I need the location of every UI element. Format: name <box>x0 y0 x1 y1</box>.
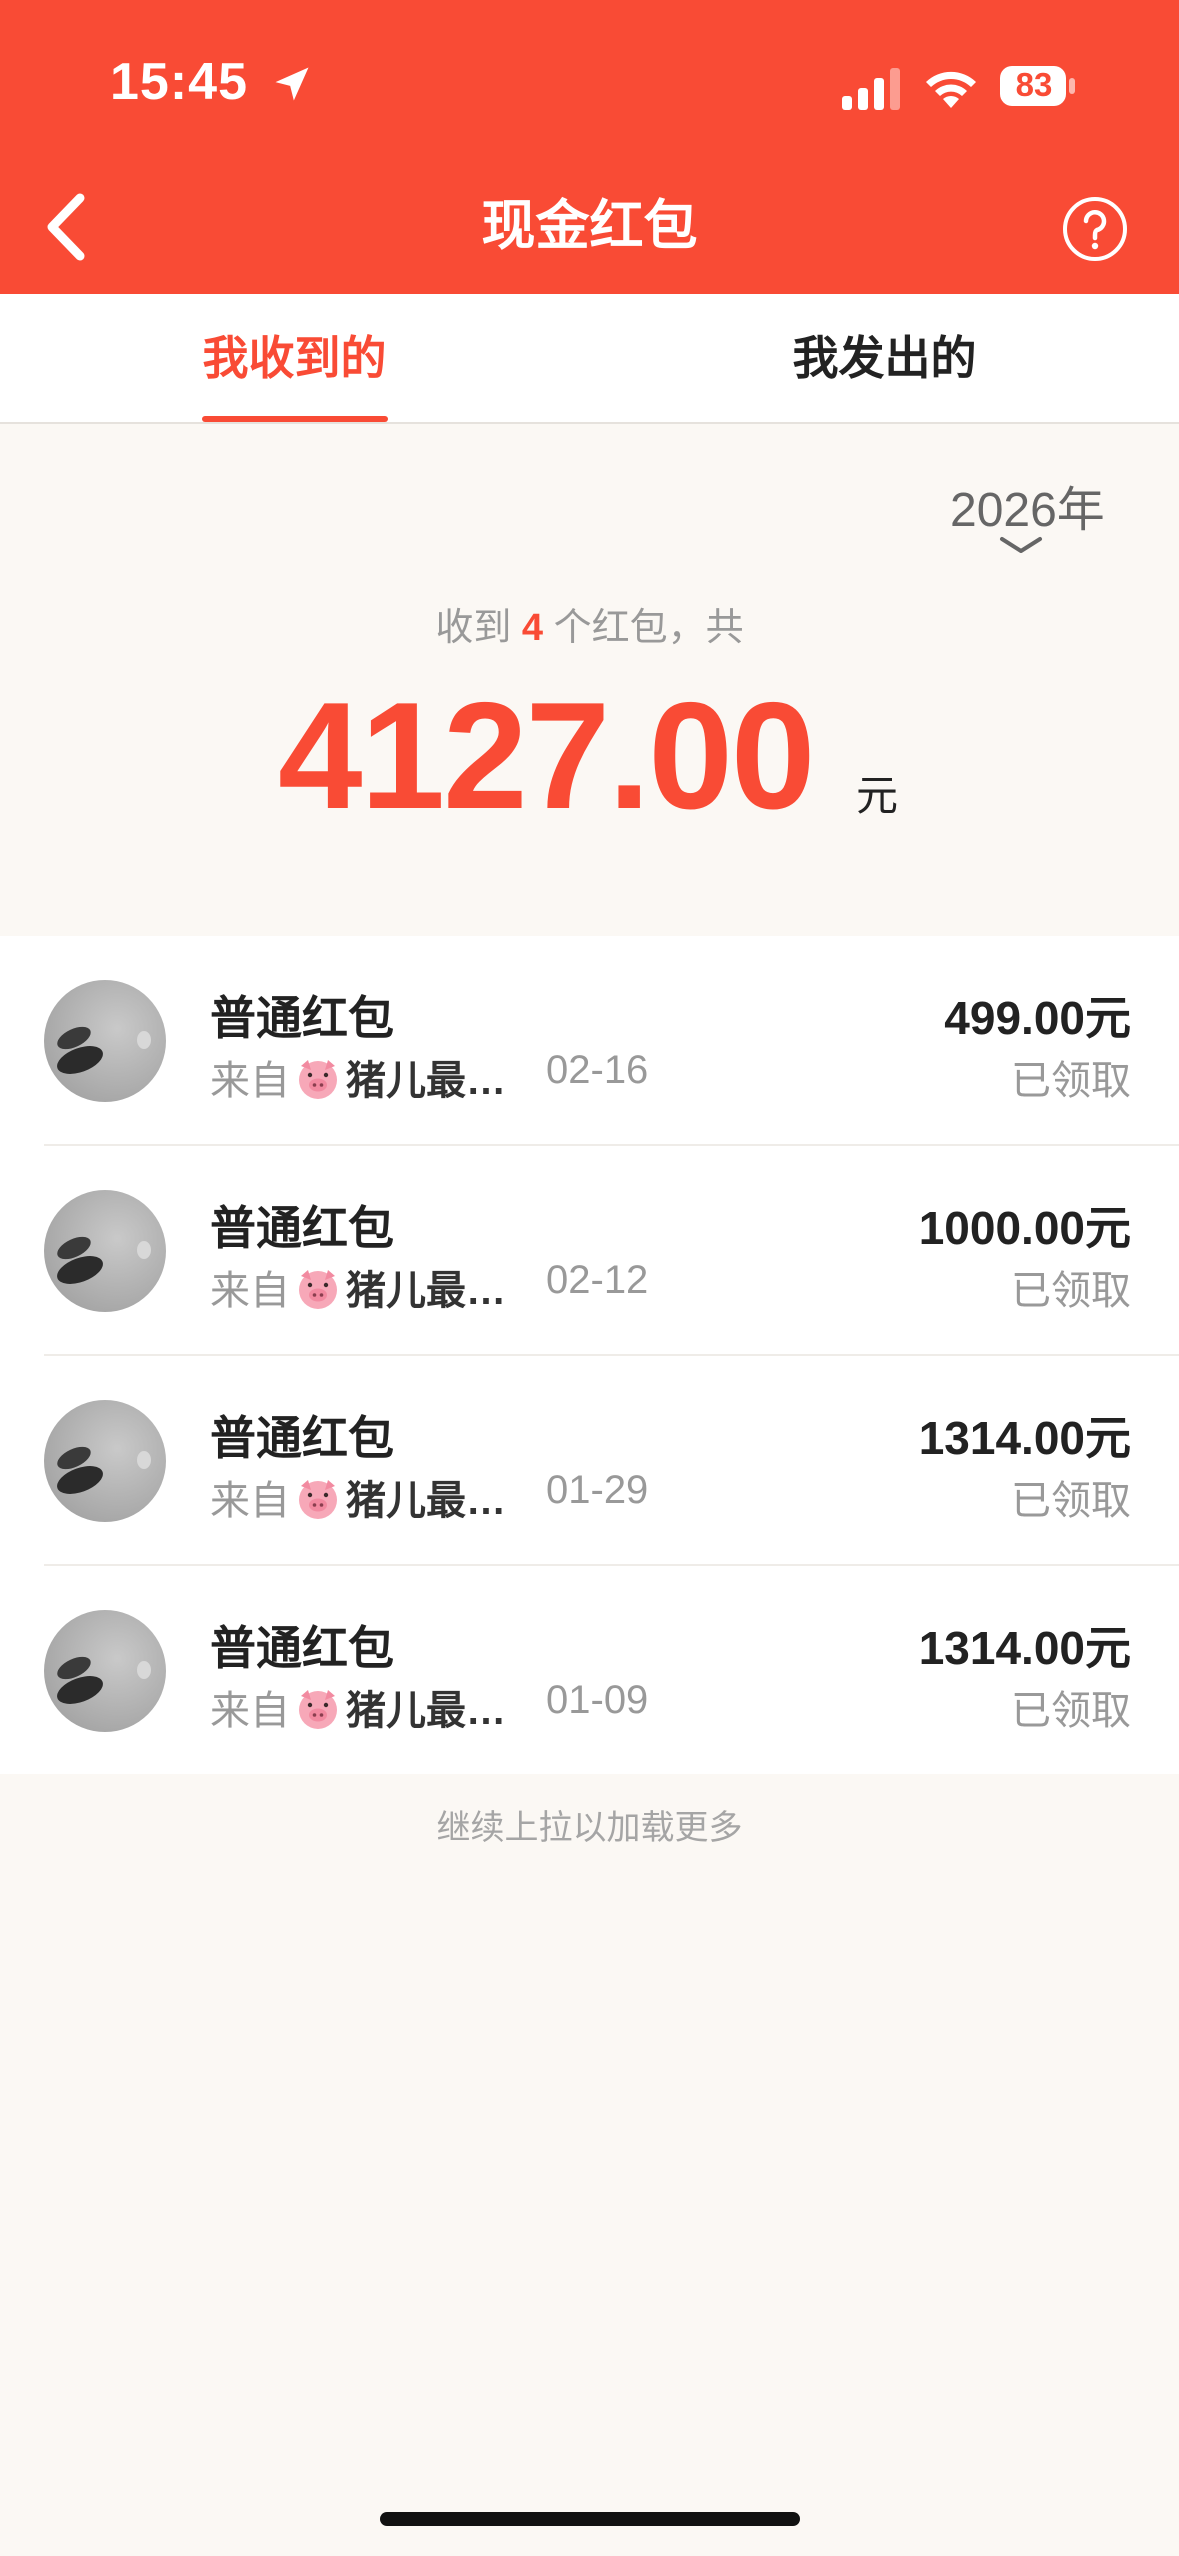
wifi-icon <box>926 71 976 108</box>
tab-received[interactable]: 我收到的 <box>0 294 589 422</box>
page-title: 现金红包 <box>481 196 698 256</box>
packet-amount: 1314.00元 <box>918 1412 1131 1464</box>
packet-type: 普通红包 <box>210 1622 394 1674</box>
pig-face-icon <box>299 1270 337 1309</box>
help-button[interactable] <box>1060 194 1130 264</box>
packet-status: 已领取 <box>1011 1479 1131 1523</box>
sender-line: 来自 猪儿最… <box>210 1258 506 1316</box>
packet-type: 普通红包 <box>210 1202 394 1254</box>
location-arrow-icon <box>275 67 309 101</box>
cellular-signal-icon <box>842 68 900 110</box>
packet-status: 已领取 <box>1011 1269 1131 1313</box>
red-packet-list: 普通红包 来自 猪儿最… 02-16 499.00元 已领取 普通红包 来自 猪… <box>0 936 1179 1774</box>
summary-count: 4 <box>521 607 544 649</box>
packet-status: 已领取 <box>1011 1059 1131 1103</box>
pig-face-icon <box>299 1060 337 1099</box>
year-value: 2026年 <box>950 484 1105 537</box>
packet-type: 普通红包 <box>210 992 394 1044</box>
home-indicator[interactable] <box>380 2512 800 2526</box>
header: 15:45 83 现金红包 <box>0 0 1179 294</box>
chevron-down-icon <box>1000 537 1042 553</box>
packet-date: 02-16 <box>546 1048 649 1092</box>
list-item[interactable]: 普通红包 来自 猪儿最… 02-16 499.00元 已领取 <box>0 936 1179 1146</box>
total-amount: 4127.00 <box>278 671 815 841</box>
packet-date: 01-29 <box>546 1468 649 1512</box>
sender-name: 猪儿最… <box>346 1269 506 1313</box>
sender-avatar <box>44 1610 166 1732</box>
sender-line: 来自 猪儿最… <box>210 1678 506 1736</box>
sender-line: 来自 猪儿最… <box>210 1468 506 1526</box>
list-item[interactable]: 普通红包 来自 猪儿最… 02-12 1000.00元 已领取 <box>0 1146 1179 1356</box>
load-more-hint: 继续上拉以加载更多 <box>436 1809 743 1847</box>
year-selector[interactable]: 2026年 <box>940 470 1140 560</box>
summary-prefix: 收到 <box>435 607 512 649</box>
tab-sent[interactable]: 我发出的 <box>590 294 1179 422</box>
sender-avatar <box>44 1400 166 1522</box>
pig-face-icon <box>299 1690 337 1729</box>
sender-name: 猪儿最… <box>346 1059 506 1103</box>
packet-amount: 499.00元 <box>944 992 1131 1044</box>
packet-type: 普通红包 <box>210 1412 394 1464</box>
packet-status: 已领取 <box>1011 1689 1131 1733</box>
total-unit: 元 <box>856 772 899 819</box>
packet-amount: 1000.00元 <box>918 1202 1131 1254</box>
packet-amount: 1314.00元 <box>918 1622 1131 1674</box>
summary-suffix: 个红包，共 <box>553 607 744 649</box>
sender-avatar <box>44 980 166 1102</box>
summary-text: 收到 4 个红包，共 <box>0 596 1179 651</box>
pig-face-icon <box>299 1480 337 1519</box>
packet-date: 02-12 <box>546 1258 649 1302</box>
sender-line: 来自 猪儿最… <box>210 1048 506 1106</box>
active-tab-indicator <box>202 416 388 422</box>
status-time: 15:45 <box>110 53 248 111</box>
sender-name: 猪儿最… <box>346 1689 506 1733</box>
packet-date: 01-09 <box>546 1678 649 1722</box>
list-item[interactable]: 普通红包 来自 猪儿最… 01-09 1314.00元 已领取 <box>0 1566 1179 1776</box>
sender-name: 猪儿最… <box>346 1479 506 1523</box>
battery-level: 83 <box>1015 66 1053 103</box>
list-item[interactable]: 普通红包 来自 猪儿最… 01-29 1314.00元 已领取 <box>0 1356 1179 1566</box>
tab-bar: 我收到的 我发出的 <box>0 294 1179 424</box>
sender-avatar <box>44 1190 166 1312</box>
